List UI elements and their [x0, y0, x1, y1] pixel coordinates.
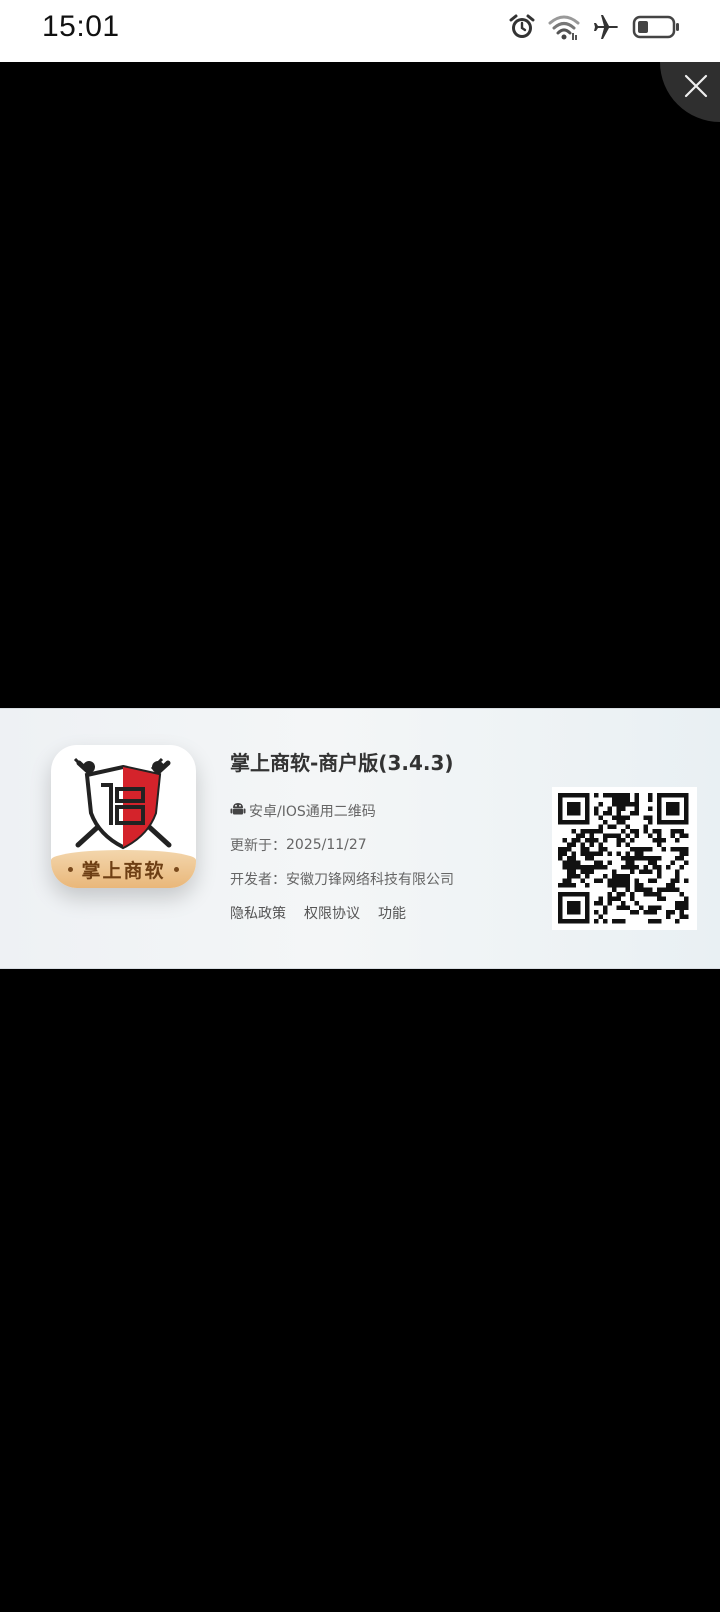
status-time: 15:01: [42, 10, 120, 43]
qr-code-icon: [558, 793, 689, 924]
updated-label: 更新于：: [230, 838, 286, 854]
developer-row: 开发者： 安徽刀锋网络科技有限公司: [230, 869, 454, 889]
platform-label: 安卓/IOS通用二维码: [249, 804, 376, 820]
updated-date: 2025/11/27: [286, 837, 367, 853]
status-icons: [508, 12, 680, 42]
app-icon[interactable]: 掌上商软: [51, 745, 196, 888]
app-logo-icon: [73, 757, 172, 850]
app-icon-ribbon: 掌上商软: [51, 850, 196, 888]
app-icon-label: 掌上商软: [81, 859, 166, 882]
airplane-mode-icon: [592, 13, 620, 41]
close-icon: [684, 74, 708, 98]
features-link[interactable]: 功能: [378, 903, 406, 923]
privacy-policy-link[interactable]: 隐私政策: [230, 903, 286, 923]
updated-row: 更新于： 2025/11/27: [230, 835, 367, 855]
ribbon-dot: [173, 866, 179, 872]
permissions-agreement-link[interactable]: 权限协议: [304, 903, 360, 923]
policy-links: 隐私政策 权限协议 功能: [230, 903, 406, 923]
qr-code: [552, 787, 697, 930]
battery-icon: [632, 14, 680, 40]
app-info-banner: 掌上商软 掌上商软-商户版(3.4.3) 安卓/IOS通用二维码 更新于： 20…: [0, 708, 720, 969]
android-icon: [230, 801, 246, 821]
developer-name: 安徽刀锋网络科技有限公司: [286, 872, 454, 888]
developer-label: 开发者：: [230, 872, 286, 888]
app-info: 掌上商软-商户版(3.4.3) 安卓/IOS通用二维码 更新于： 2025/11…: [230, 747, 530, 922]
alarm-icon: [508, 13, 536, 41]
platform-row: 安卓/IOS通用二维码: [230, 801, 376, 821]
status-bar: 15:01: [0, 0, 720, 62]
wifi-icon: [548, 13, 580, 41]
ribbon-dot: [68, 866, 74, 872]
app-title: 掌上商软-商户版(3.4.3): [230, 751, 454, 775]
